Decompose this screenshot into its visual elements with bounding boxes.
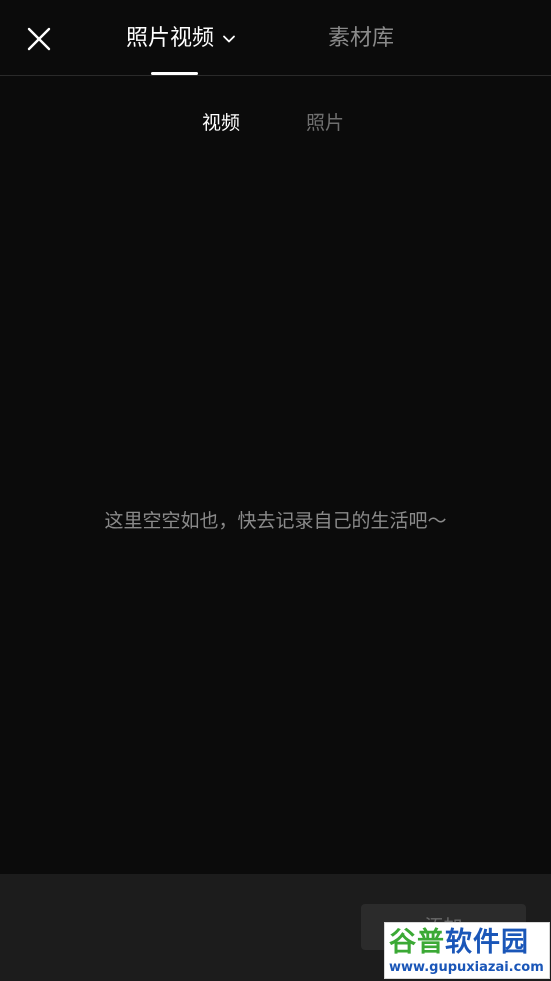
tab-photos-videos-label: 照片视频 bbox=[126, 26, 215, 51]
watermark-url: www.gupuxiazai.com bbox=[389, 960, 544, 975]
active-tab-indicator bbox=[151, 72, 198, 75]
chevron-down-icon bbox=[223, 35, 235, 43]
media-type-tabs: 视频 照片 bbox=[0, 106, 551, 140]
screen: 照片视频 素材库 视频 照片 这里空空如也，快去记录自己的生活吧～ 添加 谷普软… bbox=[0, 0, 551, 981]
subtab-video[interactable]: 视频 bbox=[202, 106, 240, 140]
watermark-brand-green: 谷普 bbox=[389, 927, 445, 958]
close-button[interactable] bbox=[22, 22, 56, 56]
tab-material-library[interactable]: 素材库 bbox=[328, 22, 394, 56]
tab-photos-videos[interactable]: 照片视频 bbox=[126, 22, 236, 56]
close-icon bbox=[27, 27, 51, 51]
watermark-logo: 谷普软件园 www.gupuxiazai.com bbox=[384, 922, 550, 979]
subtab-photo[interactable]: 照片 bbox=[306, 106, 344, 140]
watermark-brand-blue: 软件园 bbox=[445, 927, 529, 958]
empty-state-message: 这里空空如也，快去记录自己的生活吧～ bbox=[104, 510, 447, 532]
watermark-brand: 谷普软件园 bbox=[389, 927, 529, 959]
top-header: 照片视频 素材库 bbox=[0, 0, 551, 76]
